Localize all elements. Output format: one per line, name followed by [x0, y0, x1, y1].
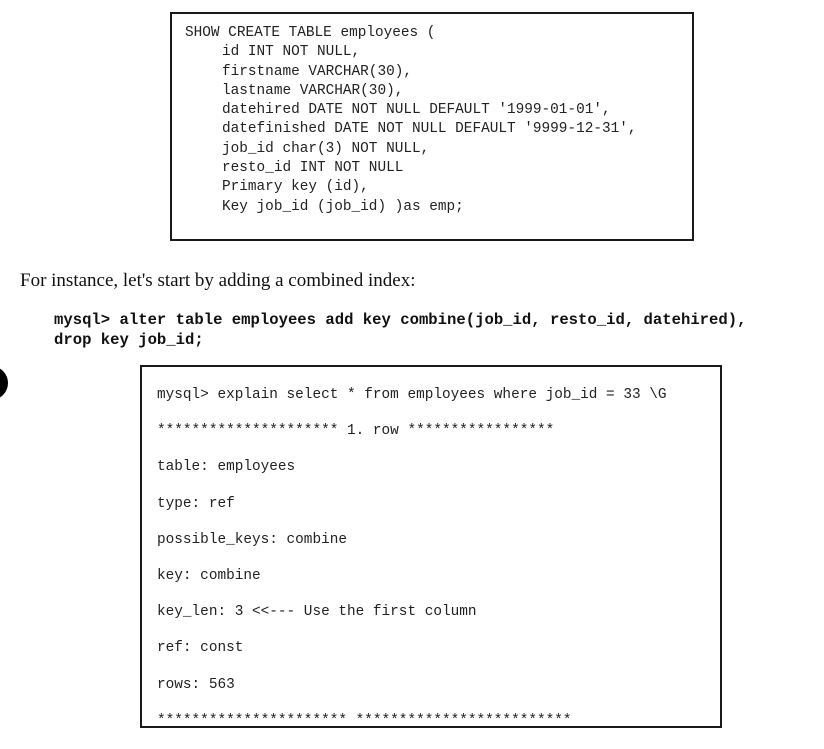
- code-line: id INT NOT NULL,: [222, 44, 361, 61]
- explain-line: rows: 563: [157, 676, 235, 693]
- explain-output-block: mysql> explain select * from employees w…: [140, 365, 722, 729]
- code-line: Primary key (id),: [222, 179, 369, 196]
- explain-line: ref: const: [157, 640, 244, 657]
- explain-line: possible_keys: combine: [157, 531, 347, 548]
- code-line: firstname VARCHAR(30),: [222, 63, 412, 80]
- code-line: job_id char(3) NOT NULL,: [222, 140, 430, 157]
- code-line: datehired DATE NOT NULL DEFAULT '1999-01…: [222, 102, 611, 119]
- explain-line: ********************** *****************…: [157, 712, 572, 729]
- code-line: Key job_id (job_id) )as emp;: [222, 198, 464, 215]
- explain-line: mysql> explain select * from employees w…: [157, 387, 667, 403]
- alter-table-command: mysql> alter table employees add key com…: [54, 310, 746, 350]
- code-line: resto_id INT NOT NULL: [222, 160, 404, 177]
- command-line-2: drop key job_id;: [54, 331, 204, 349]
- command-line-1: mysql> alter table employees add key com…: [54, 311, 747, 329]
- explain-line: type: ref: [157, 495, 235, 512]
- code-line: datefinished DATE NOT NULL DEFAULT '9999…: [222, 121, 637, 138]
- intro-paragraph: For instance, let's start by adding a co…: [20, 270, 416, 291]
- page-edge-mark: [0, 366, 8, 400]
- explain-line: table: employees: [157, 459, 296, 476]
- explain-line: key: combine: [157, 567, 261, 584]
- explain-line: key_len: 3 <<--- Use the first column: [157, 604, 477, 621]
- explain-line: ********************* 1. row ***********…: [157, 423, 555, 440]
- code-line: lastname VARCHAR(30),: [222, 82, 404, 99]
- code-line: SHOW CREATE TABLE employees (: [185, 25, 436, 41]
- create-table-code-block: SHOW CREATE TABLE employees ( id INT NOT …: [170, 12, 694, 241]
